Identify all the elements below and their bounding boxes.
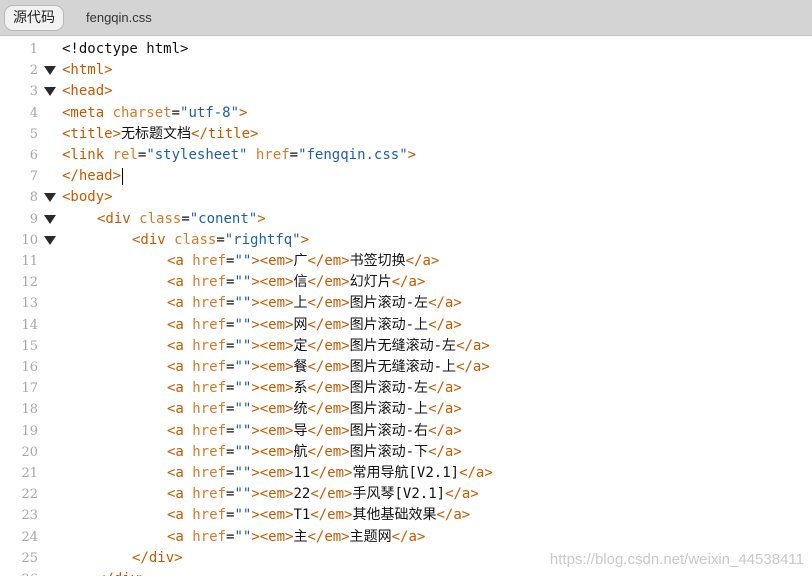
- code-text: <head>: [62, 83, 113, 100]
- line-number: 19: [21, 423, 38, 439]
- line-number: 12: [21, 275, 38, 291]
- code-line: 12 <a href=""><em>信</em>幻灯片</a>: [0, 272, 812, 293]
- code-line: 23 <a href=""><em>T1</em>其他基础效果</a>: [0, 505, 812, 526]
- line-number: 2: [29, 63, 38, 79]
- code-text: <html>: [62, 62, 113, 79]
- line-number: 25: [21, 550, 38, 566]
- code-text: <a href=""><em>T1</em>其他基础效果</a>: [167, 507, 471, 524]
- line-number: 15: [21, 338, 38, 354]
- fold-arrow-icon[interactable]: [44, 193, 56, 203]
- line-number: 7: [29, 169, 38, 185]
- code-line: 21 <a href=""><em>11</em>常用导航[V2.1]</a>: [0, 463, 812, 484]
- code-text: <a href=""><em>统</em>图片滚动-上</a>: [167, 401, 462, 418]
- code-text: </div>: [132, 549, 183, 566]
- code-text: <a href=""><em>广</em>书签切换</a>: [167, 253, 440, 269]
- code-line: 8 <body>: [0, 187, 812, 208]
- code-line: 13 <a href=""><em>上</em>图片滚动-左</a>: [0, 293, 812, 314]
- code-text: <a href=""><em>导</em>图片滚动-右</a>: [167, 422, 462, 439]
- line-number: 20: [21, 444, 38, 460]
- code-line: 19 <a href=""><em>导</em>图片滚动-右</a>: [0, 421, 812, 442]
- line-number: 13: [21, 296, 38, 312]
- code-text: <a href=""><em>航</em>图片滚动-下</a>: [167, 443, 462, 460]
- tab-fengqin-css[interactable]: fengqin.css: [78, 6, 160, 30]
- code-text: <a href=""><em>22</em>手风琴[V2.1]</a>: [167, 486, 479, 503]
- line-number: 22: [21, 487, 38, 503]
- code-line: 3 <head>: [0, 81, 812, 102]
- line-number: 4: [29, 105, 38, 121]
- line-number: 24: [21, 529, 38, 545]
- line-number: 6: [29, 148, 38, 163]
- code-text: </head>: [62, 167, 124, 185]
- text-cursor: [122, 167, 124, 185]
- line-number: 18: [21, 402, 38, 418]
- code-line: 16 <a href=""><em>餐</em>图片无缝滚动-上</a>: [0, 357, 812, 378]
- tab-source-code[interactable]: 源代码: [4, 4, 64, 31]
- code-line: 17 <a href=""><em>系</em>图片滚动-左</a>: [0, 378, 812, 399]
- code-text: <a href=""><em>定</em>图片无缝滚动-左</a>: [167, 337, 490, 354]
- line-number: 14: [21, 317, 38, 333]
- code-line: 14 <a href=""><em>网</em>图片滚动-上</a>: [0, 315, 812, 336]
- code-line: 10 <div class="rightfq">: [0, 230, 812, 251]
- code-text: <body>: [62, 189, 113, 206]
- line-number: 16: [21, 360, 38, 375]
- fold-arrow-icon[interactable]: [44, 235, 56, 245]
- fold-arrow-icon[interactable]: [44, 214, 56, 224]
- line-number: 17: [21, 381, 38, 397]
- code-line: 2 <html>: [0, 60, 812, 81]
- code-line: 18 <a href=""><em>统</em>图片滚动-上</a>: [0, 399, 812, 420]
- code-line: 15 <a href=""><em>定</em>图片无缝滚动-左</a>: [0, 336, 812, 357]
- code-line: 1 <!doctype html>: [0, 39, 812, 60]
- line-number: 5: [29, 126, 38, 142]
- line-number: 3: [29, 84, 38, 100]
- code-text: <title>无标题文档</title>: [62, 125, 259, 142]
- code-line: 26 </div>: [0, 569, 812, 576]
- code-text: <a href=""><em>主</em>主题网</a>: [167, 528, 426, 545]
- code-line: 24 <a href=""><em>主</em>主题网</a>: [0, 527, 812, 548]
- code-text: <a href=""><em>网</em>图片滚动-上</a>: [167, 316, 462, 333]
- code-text: <a href=""><em>信</em>幻灯片</a>: [167, 274, 426, 291]
- code-text: <meta charset="utf-8">: [62, 104, 248, 121]
- line-number: 10: [21, 232, 38, 248]
- code-line: 9 <div class="conent">: [0, 209, 812, 230]
- code-text: <div class="conent">: [97, 210, 266, 227]
- code-text: <a href=""><em>餐</em>图片无缝滚动-上</a>: [167, 359, 490, 375]
- code-text: <div class="rightfq">: [132, 231, 310, 248]
- code-text: <a href=""><em>上</em>图片滚动-左</a>: [167, 295, 462, 312]
- line-number: 9: [29, 211, 38, 227]
- watermark: https://blog.csdn.net/weixin_44538411: [549, 551, 804, 568]
- code-editor[interactable]: 1 <!doctype html> 2 <html> 3 <head> 4 <meta cha…: [0, 37, 812, 576]
- code-text: <link rel="stylesheet" href="fengqin.css…: [62, 147, 417, 163]
- line-number: 26: [0, 569, 38, 576]
- line-number: 11: [21, 254, 38, 269]
- code-line: 5 <title>无标题文档</title>: [0, 124, 812, 145]
- fold-arrow-icon[interactable]: [44, 87, 56, 97]
- fold-arrow-icon[interactable]: [44, 66, 56, 76]
- code-line: 6 <link rel="stylesheet" href="fengqin.cs…: [0, 145, 812, 166]
- code-line: 22 <a href=""><em>22</em>手风琴[V2.1]</a>: [0, 484, 812, 505]
- line-number: 8: [29, 190, 38, 206]
- code-line: 4 <meta charset="utf-8">: [0, 103, 812, 124]
- code-text: <a href=""><em>系</em>图片滚动-左</a>: [167, 380, 462, 397]
- code-text: <!doctype html>: [62, 41, 189, 57]
- code-line: 7 </head>: [0, 166, 812, 187]
- code-line: 11 <a href=""><em>广</em>书签切换</a>: [0, 251, 812, 272]
- line-number: 23: [21, 508, 38, 524]
- document-tab-bar: 源代码 fengqin.css: [0, 0, 812, 36]
- code-text: <a href=""><em>11</em>常用导航[V2.1]</a>: [167, 465, 493, 481]
- code-line: 20 <a href=""><em>航</em>图片滚动-下</a>: [0, 442, 812, 463]
- line-number: 1: [29, 42, 38, 57]
- code-text: </div>: [97, 569, 148, 576]
- line-number: 21: [21, 466, 38, 481]
